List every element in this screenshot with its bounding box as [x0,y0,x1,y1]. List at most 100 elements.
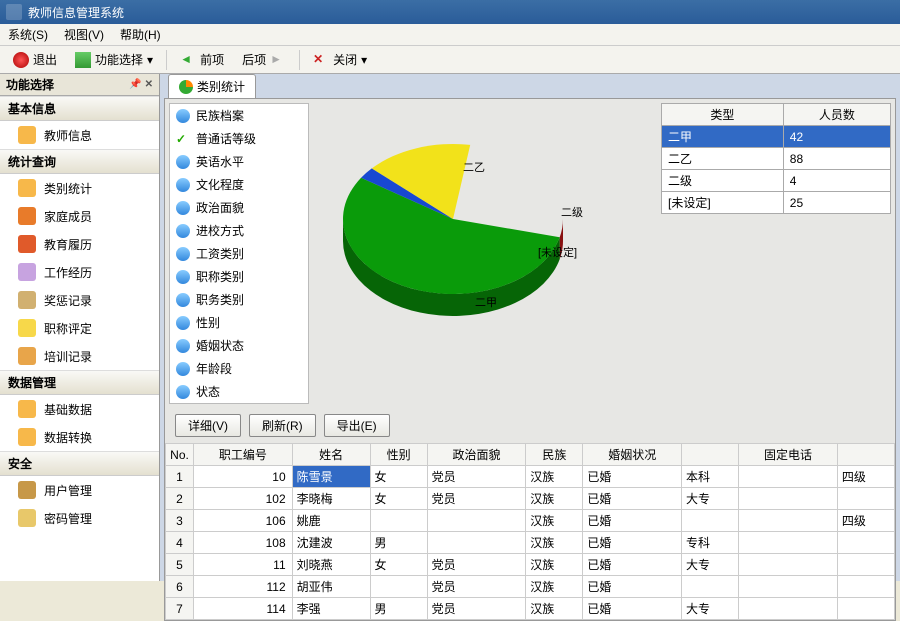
sidebar-item[interactable]: 职称评定 [0,314,159,342]
col-count: 人员数 [783,104,890,126]
table-row[interactable]: 6112胡亚伟党员汉族已婚 [166,576,895,598]
pie-chart-icon [179,80,193,94]
sidebar-item[interactable]: 家庭成员 [0,202,159,230]
category-icon [176,178,190,192]
category-icon [176,247,190,261]
table-row[interactable]: 7114李强男党员汉族已婚大专 [166,598,895,620]
close-icon: ✕ [313,52,329,68]
next-button[interactable]: 后项 ► [235,48,293,71]
category-item[interactable]: 职务类别 [170,288,308,311]
category-item[interactable]: 进校方式 [170,219,308,242]
pin-icon[interactable]: 📌 ✕ [129,79,153,90]
sidebar-item-label: 基础数据 [44,401,92,418]
table-row[interactable]: 4108沈建波男汉族已婚专科 [166,532,895,554]
category-icon [176,339,190,353]
stat-row[interactable]: [未设定]25 [662,192,891,214]
grid-header[interactable]: 固定电话 [739,444,838,466]
sidebar-item-label: 教师信息 [44,127,92,144]
grid-header[interactable]: 性别 [370,444,427,466]
category-item[interactable]: 工资类别 [170,242,308,265]
detail-button[interactable]: 详细(V) [175,414,241,437]
sidebar-item-label: 数据转换 [44,429,92,446]
exit-button[interactable]: 退出 [6,48,64,71]
menu-view[interactable]: 视图(V) [64,26,104,43]
sidebar-item-icon [18,319,36,337]
sidebar: 功能选择 📌 ✕ 基本信息教师信息统计查询类别统计家庭成员教育履历工作经历奖惩记… [0,74,160,581]
sidebar-item[interactable]: 数据转换 [0,423,159,451]
category-item[interactable]: ✓普通话等级 [170,127,308,150]
sidebar-item[interactable]: 基础数据 [0,395,159,423]
category-icon [176,270,190,284]
sidebar-item[interactable]: 奖惩记录 [0,286,159,314]
category-icon [176,155,190,169]
sidebar-item-icon [18,126,36,144]
data-grid[interactable]: No.职工编号姓名性别政治面貌民族婚姻状况 固定电话 110陈雪景女党员汉族已婚本… [165,443,895,620]
sidebar-item-icon [18,179,36,197]
category-item[interactable]: 政治面貌 [170,196,308,219]
sidebar-item-label: 家庭成员 [44,208,92,225]
stat-row[interactable]: 二乙88 [662,148,891,170]
category-item[interactable]: 英语水平 [170,150,308,173]
sidebar-item[interactable]: 教育履历 [0,230,159,258]
close-button[interactable]: ✕ 关闭 ▾ [306,48,374,71]
prev-button[interactable]: ◄ 前项 [173,48,231,71]
grid-header[interactable]: 民族 [526,444,583,466]
category-item[interactable]: 状态 [170,380,308,403]
grid-header[interactable]: 职工编号 [194,444,293,466]
category-item[interactable]: 年龄段 [170,357,308,380]
sidebar-item[interactable]: 用户管理 [0,476,159,504]
refresh-button[interactable]: 刷新(R) [249,414,316,437]
grid-header[interactable] [682,444,739,466]
grid-header[interactable]: 婚姻状况 [583,444,682,466]
grid-header[interactable]: 姓名 [292,444,370,466]
table-row[interactable]: 511刘晓燕女党员汉族已婚大专 [166,554,895,576]
sidebar-group-header[interactable]: 统计查询 [0,149,159,174]
sidebar-item[interactable]: 教师信息 [0,121,159,149]
table-row[interactable]: 2102李晓梅女党员汉族已婚大专 [166,488,895,510]
category-item[interactable]: 文化程度 [170,173,308,196]
category-item[interactable]: 职称类别 [170,265,308,288]
sidebar-item-icon [18,207,36,225]
category-list[interactable]: 民族档案✓普通话等级英语水平文化程度政治面貌进校方式工资类别职称类别职务类别性别… [169,103,309,404]
sidebar-item[interactable]: 密码管理 [0,504,159,532]
sidebar-item-label: 教育履历 [44,236,92,253]
menu-help[interactable]: 帮助(H) [120,26,161,43]
sidebar-item-icon [18,481,36,499]
sidebar-item[interactable]: 类别统计 [0,174,159,202]
grid-header[interactable]: No. [166,444,194,466]
category-item[interactable]: 性别 [170,311,308,334]
app-icon [6,4,22,20]
check-icon: ✓ [176,132,190,146]
tabstrip: 类别统计 [160,74,900,98]
grid-header[interactable] [837,444,894,466]
export-button[interactable]: 导出(E) [324,414,390,437]
sidebar-item-label: 密码管理 [44,510,92,527]
sidebar-item-icon [18,347,36,365]
func-select-button[interactable]: 功能选择 ▾ [68,48,160,71]
titlebar: 教师信息管理系统 [0,0,900,24]
sidebar-item[interactable]: 工作经历 [0,258,159,286]
tab-category-stats[interactable]: 类别统计 [168,74,256,98]
arrow-left-icon: ◄ [180,52,196,68]
category-item[interactable]: 婚姻状态 [170,334,308,357]
stat-row[interactable]: 二甲42 [662,126,891,148]
stat-row[interactable]: 二级4 [662,170,891,192]
category-item[interactable]: 民族档案 [170,104,308,127]
sidebar-group-header[interactable]: 数据管理 [0,370,159,395]
category-icon [176,109,190,123]
grid-header[interactable]: 政治面貌 [427,444,526,466]
sidebar-item-icon [18,509,36,527]
sidebar-group-header[interactable]: 基本信息 [0,96,159,121]
category-icon [176,224,190,238]
menu-system[interactable]: 系统(S) [8,26,48,43]
sidebar-item-label: 类别统计 [44,180,92,197]
sidebar-item[interactable]: 培训记录 [0,342,159,370]
category-icon [176,201,190,215]
toolbar: 退出 功能选择 ▾ ◄ 前项 后项 ► ✕ 关闭 ▾ [0,46,900,74]
table-row[interactable]: 110陈雪景女党员汉族已婚本科四级 [166,466,895,488]
table-row[interactable]: 3106姚鹿汉族已婚四级 [166,510,895,532]
sidebar-group-header[interactable]: 安全 [0,451,159,476]
col-type: 类型 [662,104,784,126]
sidebar-item-label: 用户管理 [44,482,92,499]
chevron-down-icon: ▾ [147,53,153,67]
